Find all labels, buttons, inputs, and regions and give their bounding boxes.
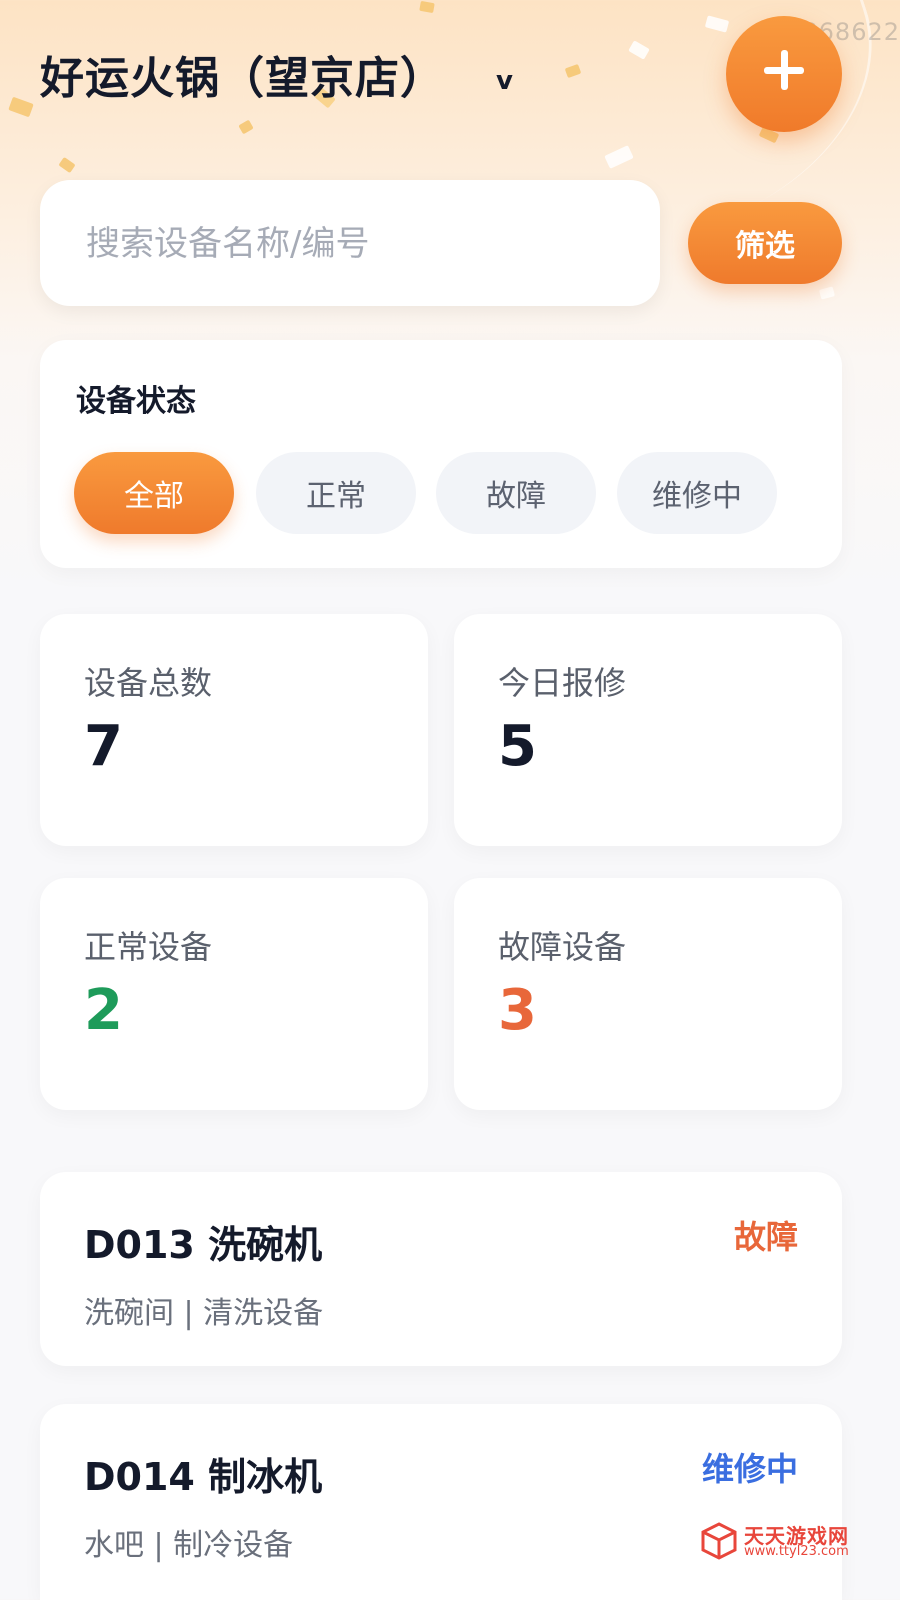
stat-label: 故障设备 xyxy=(498,928,627,966)
site-watermark: 天天游戏网 www.ttyl23.com xyxy=(696,1520,896,1564)
status-chip-all[interactable]: 全部 xyxy=(74,452,234,534)
status-chip-normal[interactable]: 正常 xyxy=(256,452,416,534)
stat-value: 7 xyxy=(84,714,123,779)
add-device-button[interactable] xyxy=(726,16,842,132)
stat-value: 5 xyxy=(498,714,537,779)
stat-card-normal[interactable]: 正常设备 2 xyxy=(40,878,428,1110)
watermark-url: www.ttyl23.com xyxy=(744,1544,849,1559)
status-filter-title: 设备状态 xyxy=(76,384,196,419)
stat-label: 设备总数 xyxy=(84,664,213,702)
device-status-badge: 故障 xyxy=(733,1218,798,1256)
status-filter-card: 设备状态 全部 正常 故障 维修中 xyxy=(40,340,842,568)
stat-value: 2 xyxy=(84,978,123,1043)
store-selector[interactable]: 好运火锅（望京店） xyxy=(40,42,445,106)
chevron-down-icon[interactable]: v xyxy=(496,66,513,96)
device-name: D014 制冰机 xyxy=(84,1455,323,1499)
stat-card-fault[interactable]: 故障设备 3 xyxy=(454,878,842,1110)
stat-value: 3 xyxy=(498,978,537,1043)
search-box xyxy=(40,180,660,306)
search-input[interactable] xyxy=(84,216,628,272)
device-location: 洗碗间 | 清洗设备 xyxy=(84,1296,324,1331)
status-chip-fault[interactable]: 故障 xyxy=(436,452,596,534)
stat-card-total[interactable]: 设备总数 7 xyxy=(40,614,428,846)
stat-label: 今日报修 xyxy=(498,664,627,702)
device-status-badge: 维修中 xyxy=(701,1450,798,1488)
cube-logo-icon xyxy=(701,1522,737,1560)
device-item-d014[interactable]: D014 制冰机 维修中 水吧 | 制冷设备 xyxy=(40,1404,842,1600)
stat-label: 正常设备 xyxy=(84,928,213,966)
device-location: 水吧 | 制冷设备 xyxy=(84,1528,294,1563)
filter-button[interactable]: 筛选 xyxy=(688,202,842,284)
status-chip-repairing[interactable]: 维修中 xyxy=(617,452,777,534)
stat-card-today-repairs[interactable]: 今日报修 5 xyxy=(454,614,842,846)
device-item-d013[interactable]: D013 洗碗机 故障 洗碗间 | 清洗设备 xyxy=(40,1172,842,1366)
device-name: D013 洗碗机 xyxy=(84,1223,323,1267)
